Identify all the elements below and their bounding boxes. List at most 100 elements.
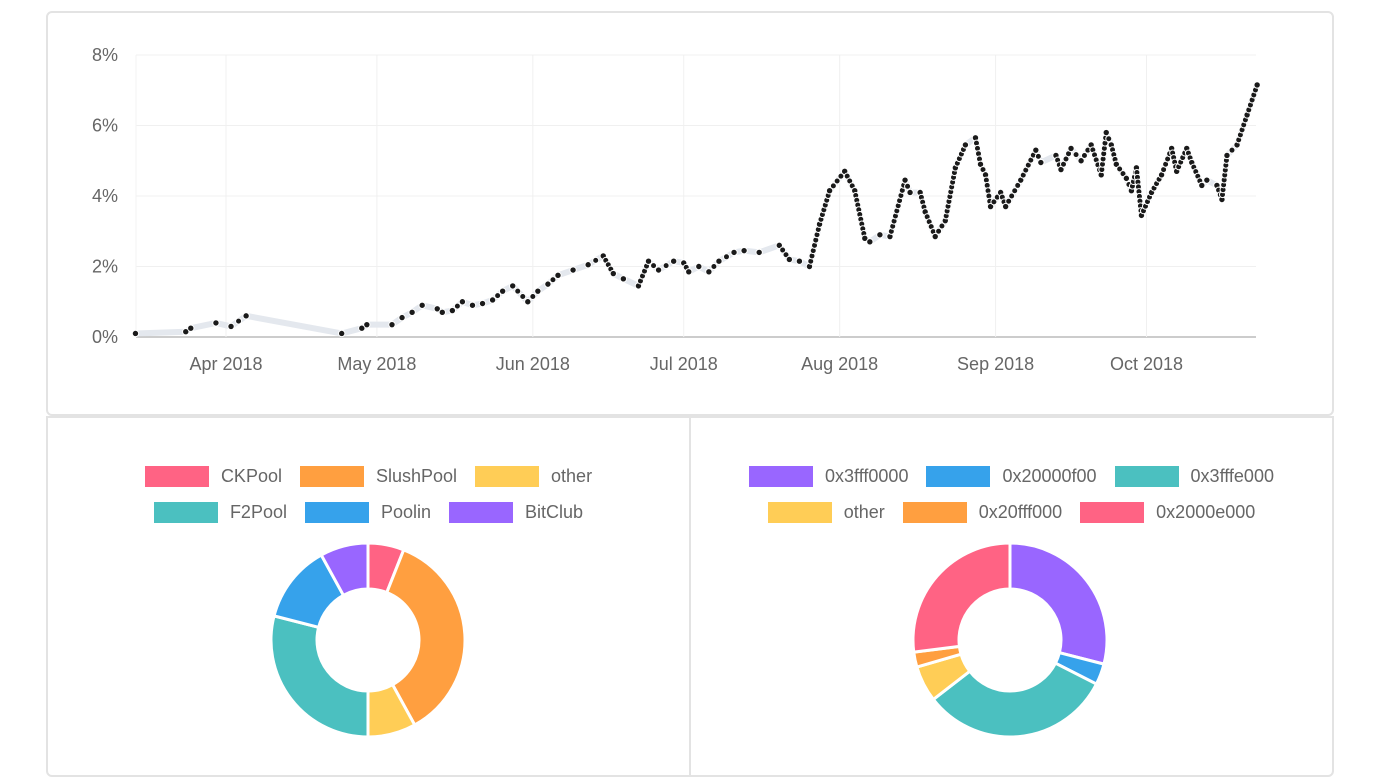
- data-point[interactable]: [529, 292, 537, 300]
- data-point[interactable]: [1032, 146, 1040, 154]
- legend-item[interactable]: other: [767, 501, 885, 523]
- y-axis-ticks: 0% 2% 4% 6% 8%: [92, 45, 118, 347]
- legend-item[interactable]: 0x3fffe000: [1114, 465, 1274, 487]
- data-point[interactable]: [448, 306, 457, 315]
- data-point[interactable]: [662, 262, 670, 270]
- legend-row: 0x3fff0000 0x20000f00 0x3fffe000: [689, 458, 1334, 494]
- data-point[interactable]: [644, 257, 653, 265]
- data-point[interactable]: [458, 298, 467, 306]
- data-point[interactable]: [1253, 81, 1261, 89]
- data-point[interactable]: [740, 246, 748, 255]
- data-point[interactable]: [494, 292, 502, 300]
- data-point[interactable]: [1105, 135, 1113, 143]
- x-tick-label: Apr 2018: [189, 354, 262, 374]
- data-point[interactable]: [498, 287, 507, 295]
- data-point[interactable]: [1067, 144, 1075, 153]
- data-point[interactable]: [398, 313, 406, 322]
- data-point[interactable]: [212, 319, 220, 327]
- legend-label: 0x3fff0000: [825, 465, 909, 486]
- data-point[interactable]: [685, 268, 693, 276]
- data-point[interactable]: [669, 257, 678, 265]
- data-point[interactable]: [418, 301, 426, 309]
- series-line: [135, 84, 1260, 337]
- data-point[interactable]: [654, 266, 663, 274]
- legend-swatch: [767, 501, 832, 523]
- data-point[interactable]: [438, 308, 446, 317]
- version-doughnut: [911, 541, 1109, 739]
- data-point[interactable]: [695, 262, 703, 271]
- legend-swatch: [153, 501, 218, 523]
- data-point[interactable]: [227, 322, 235, 331]
- data-point[interactable]: [187, 324, 195, 332]
- data-point[interactable]: [1203, 176, 1211, 184]
- data-point[interactable]: [710, 263, 718, 270]
- data-point[interactable]: [408, 308, 416, 317]
- data-point[interactable]: [1037, 158, 1045, 167]
- data-point[interactable]: [1228, 146, 1236, 154]
- data-point[interactable]: [619, 275, 628, 283]
- pool-doughnut: [269, 541, 467, 739]
- data-point[interactable]: [961, 141, 970, 149]
- data-point[interactable]: [592, 256, 600, 264]
- data-point[interactable]: [795, 257, 804, 265]
- doughnut-slice[interactable]: [269, 614, 370, 739]
- legend-item[interactable]: 0x3fff0000: [749, 465, 909, 487]
- legend-label: CKPool: [220, 465, 282, 486]
- legend-label: BitClub: [525, 501, 584, 522]
- data-point[interactable]: [569, 266, 577, 274]
- x-tick-label: Aug 2018: [801, 354, 878, 374]
- data-point[interactable]: [1198, 181, 1206, 190]
- data-point[interactable]: [554, 271, 562, 280]
- data-point[interactable]: [544, 280, 552, 288]
- data-point[interactable]: [131, 329, 140, 338]
- doughnut-slice[interactable]: [1008, 541, 1109, 666]
- data-point[interactable]: [549, 276, 557, 284]
- data-point[interactable]: [478, 299, 487, 308]
- data-point[interactable]: [730, 248, 738, 257]
- legend-item[interactable]: other: [475, 465, 592, 487]
- data-point[interactable]: [876, 231, 884, 239]
- data-point[interactable]: [1072, 151, 1080, 159]
- grid: [135, 54, 1256, 338]
- doughnut-slice[interactable]: [911, 541, 1012, 654]
- x-tick-label: May 2018: [337, 354, 416, 374]
- data-point[interactable]: [785, 255, 794, 264]
- data-point[interactable]: [650, 262, 658, 270]
- data-point[interactable]: [534, 287, 542, 295]
- data-point[interactable]: [609, 269, 618, 278]
- data-point[interactable]: [1102, 128, 1110, 137]
- data-point[interactable]: [904, 182, 912, 190]
- legend-swatch: [299, 465, 364, 487]
- data-point[interactable]: [337, 329, 346, 338]
- legend-label: SlushPool: [375, 465, 458, 486]
- legend-item[interactable]: CKPool: [144, 465, 282, 487]
- data-point[interactable]: [584, 261, 592, 269]
- data-point[interactable]: [906, 188, 914, 197]
- data-point[interactable]: [242, 312, 250, 320]
- data-point[interactable]: [705, 268, 713, 276]
- legend-item[interactable]: SlushPool: [299, 465, 458, 487]
- legend-label: 0x2000e000: [1156, 501, 1256, 522]
- data-point[interactable]: [755, 248, 763, 257]
- data-point[interactable]: [519, 292, 527, 300]
- data-point[interactable]: [388, 320, 396, 329]
- data-point[interactable]: [1034, 152, 1042, 160]
- legend-item[interactable]: 0x20000f00: [926, 465, 1097, 487]
- data-point[interactable]: [1223, 151, 1231, 160]
- data-point[interactable]: [1122, 174, 1131, 183]
- data-point[interactable]: [453, 302, 461, 310]
- x-tick-label: Jun 2018: [496, 354, 570, 374]
- data-point[interactable]: [524, 298, 532, 306]
- data-point[interactable]: [235, 317, 243, 325]
- data-point[interactable]: [488, 296, 497, 304]
- data-point[interactable]: [715, 257, 723, 265]
- data-point[interactable]: [509, 282, 517, 290]
- data-point[interactable]: [363, 320, 371, 329]
- data-point[interactable]: [468, 301, 477, 309]
- data-point[interactable]: [514, 287, 522, 295]
- data-point[interactable]: [901, 176, 909, 184]
- legend-label: other: [843, 501, 885, 522]
- y-tick-label: 2%: [92, 257, 118, 277]
- data-point[interactable]: [722, 253, 730, 261]
- data-point[interactable]: [866, 238, 874, 246]
